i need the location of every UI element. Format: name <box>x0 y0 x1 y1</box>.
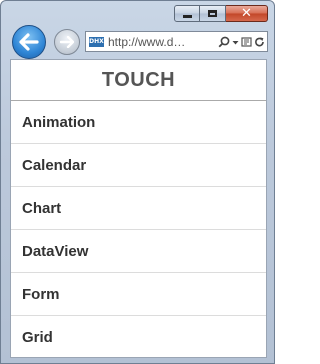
compatibility-icon[interactable] <box>241 36 252 48</box>
navigation-bar: DHX http://www.d… <box>1 25 274 59</box>
address-bar-icons <box>218 36 267 48</box>
close-button[interactable]: ✕ <box>226 5 268 22</box>
list-item-chart[interactable]: Chart <box>11 187 266 230</box>
dropdown-icon[interactable] <box>232 36 239 48</box>
forward-arrow-icon <box>60 36 74 48</box>
list-item-calendar[interactable]: Calendar <box>11 144 266 187</box>
list-item-animation[interactable]: Animation <box>11 101 266 144</box>
search-icon[interactable] <box>218 36 230 48</box>
page-title: TOUCH <box>11 60 266 101</box>
maximize-button[interactable] <box>200 5 226 22</box>
close-icon: ✕ <box>241 6 252 21</box>
address-bar[interactable]: DHX http://www.d… <box>85 31 268 52</box>
back-button[interactable] <box>12 25 46 59</box>
window-controls: ✕ <box>174 5 268 22</box>
list-item-form[interactable]: Form <box>11 273 266 316</box>
minimize-button[interactable] <box>174 5 200 22</box>
forward-button[interactable] <box>54 29 80 55</box>
browser-window: ✕ DHX http://www.d… TOUCH Animation Cale… <box>0 0 275 364</box>
site-favicon: DHX <box>89 36 104 47</box>
minimize-icon <box>182 14 192 18</box>
maximize-icon <box>208 10 217 17</box>
address-url[interactable]: http://www.d… <box>108 35 218 49</box>
list-item-dataview[interactable]: DataView <box>11 230 266 273</box>
back-arrow-icon <box>19 33 39 51</box>
page-content: TOUCH Animation Calendar Chart DataView … <box>10 59 267 358</box>
list-item-grid[interactable]: Grid <box>11 316 266 357</box>
refresh-icon[interactable] <box>254 36 265 48</box>
